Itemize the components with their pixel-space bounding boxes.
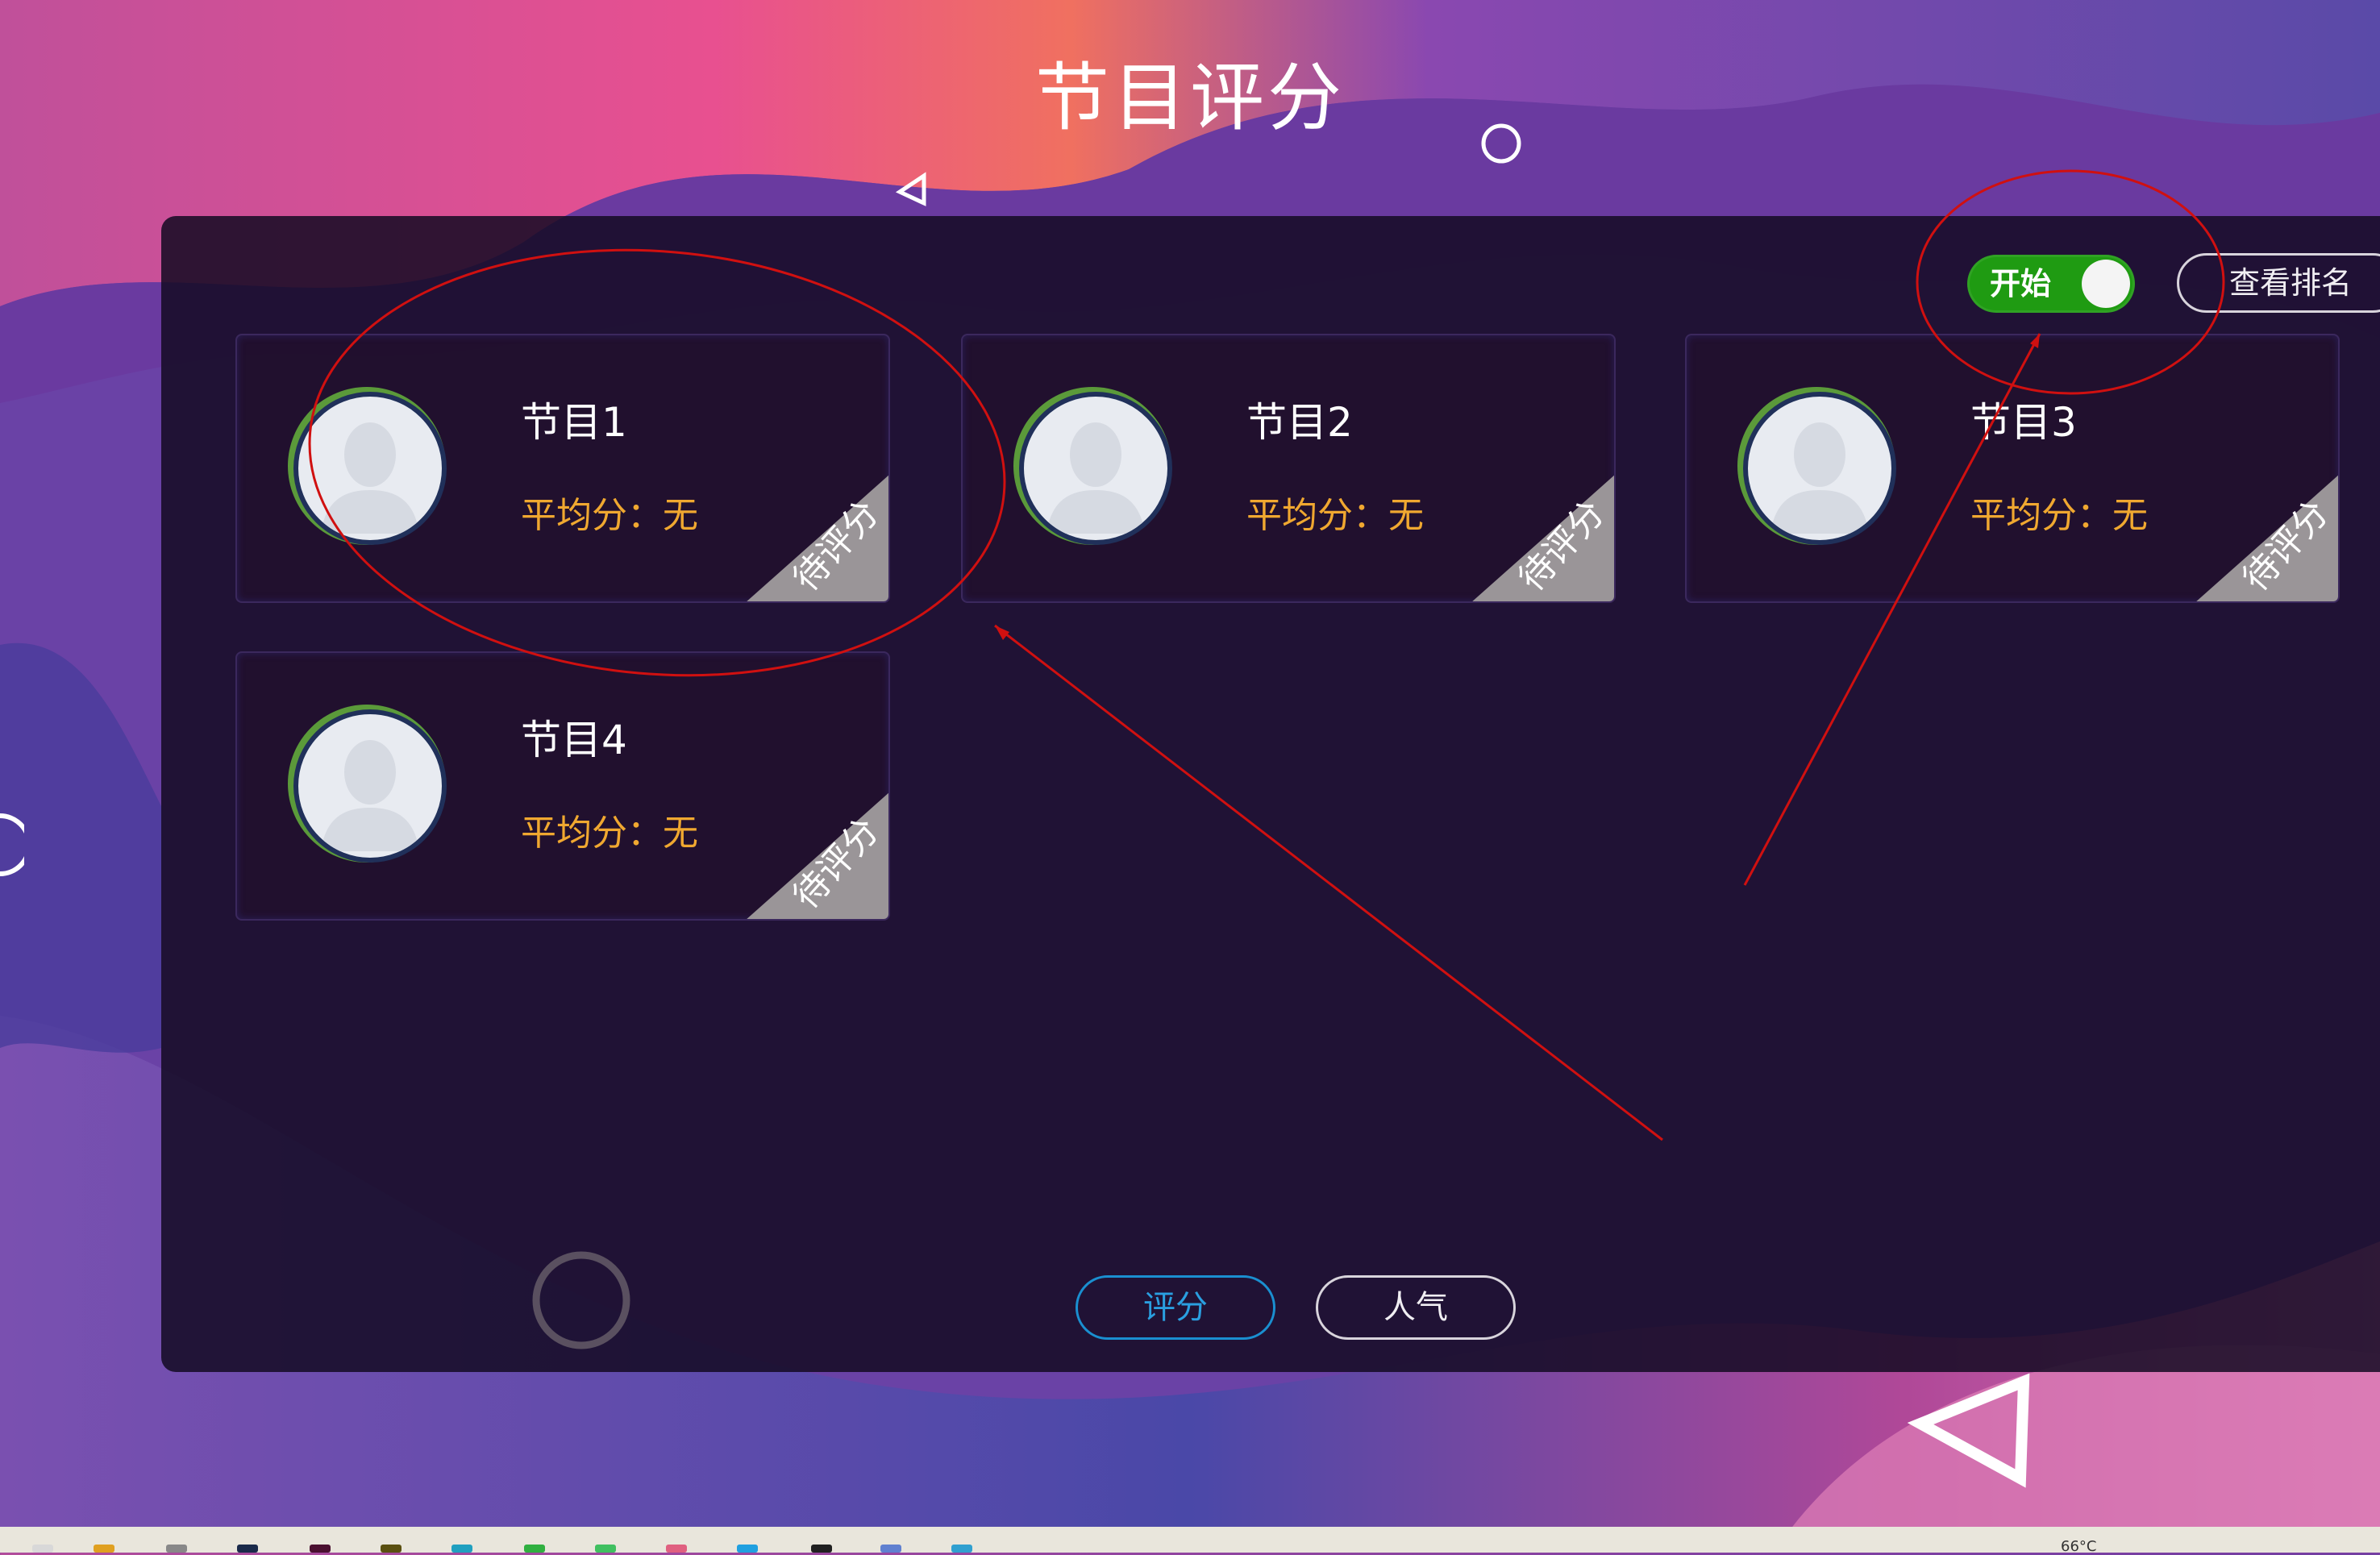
taskbar-app-icon[interactable] [951, 1545, 972, 1553]
program-card-4[interactable]: 节目4 平均分：无 待评分 [235, 651, 890, 921]
toggle-label: 开始 [1990, 266, 2052, 301]
user-silhouette-icon [321, 422, 419, 534]
program-name: 节目2 [1246, 399, 1353, 446]
user-silhouette-icon [321, 740, 419, 851]
toggle-knob [2082, 260, 2130, 308]
taskbar-app-icon[interactable] [310, 1545, 331, 1553]
taskbar-app-icon[interactable] [595, 1545, 616, 1553]
user-silhouette-icon [1046, 422, 1145, 534]
avatar [1743, 392, 1896, 545]
half-circle-icon [0, 813, 24, 876]
avatar [293, 392, 447, 545]
taskbar: 66°C [0, 1527, 2380, 1555]
taskbar-app-icon[interactable] [811, 1545, 832, 1553]
ring-decoration-icon [532, 1251, 630, 1349]
program-card-1[interactable]: 节目1 平均分：无 待评分 [235, 334, 890, 603]
taskbar-app-icon[interactable] [381, 1545, 402, 1553]
status-ribbon: 待评分 [747, 792, 888, 919]
status-ribbon: 待评分 [2196, 475, 2338, 601]
average-score: 平均分：无 [1970, 495, 2148, 536]
average-score: 平均分：无 [521, 813, 698, 854]
program-card-3[interactable]: 节目3 平均分：无 待评分 [1685, 334, 2340, 603]
avatar [1019, 392, 1172, 545]
taskbar-app-icon[interactable] [451, 1545, 472, 1553]
taskbar-app-icon[interactable] [666, 1545, 687, 1553]
average-score: 平均分：无 [1246, 495, 1424, 536]
avatar [293, 709, 447, 863]
program-card-2[interactable]: 节目2 平均分：无 待评分 [961, 334, 1616, 603]
taskbar-app-icon[interactable] [94, 1545, 114, 1553]
program-name: 节目1 [521, 399, 627, 446]
taskbar-app-icon[interactable] [737, 1545, 758, 1553]
view-ranking-button[interactable]: 查看排名 [2177, 253, 2380, 313]
tab-score[interactable]: 评分 [1076, 1275, 1275, 1340]
program-name: 节目3 [1970, 399, 2077, 446]
status-ribbon: 待评分 [1472, 475, 1614, 601]
triangle-outline-icon [1907, 1373, 2030, 1488]
tab-popularity[interactable]: 人气 [1316, 1275, 1516, 1340]
taskbar-app-icon[interactable] [524, 1545, 545, 1553]
taskbar-app-icon[interactable] [32, 1545, 53, 1553]
taskbar-app-icon[interactable] [237, 1545, 258, 1553]
triangle-outline-icon [895, 172, 926, 206]
average-score: 平均分：无 [521, 495, 698, 536]
circle-outline-icon [1481, 123, 1521, 164]
start-toggle[interactable]: 开始 [1967, 255, 2135, 313]
page-title: 节目评分 [1034, 55, 1345, 141]
program-name: 节目4 [521, 717, 627, 763]
status-ribbon: 待评分 [747, 475, 888, 601]
taskbar-app-icon[interactable] [166, 1545, 187, 1553]
taskbar-app-icon[interactable] [880, 1545, 901, 1553]
user-silhouette-icon [1770, 422, 1869, 534]
